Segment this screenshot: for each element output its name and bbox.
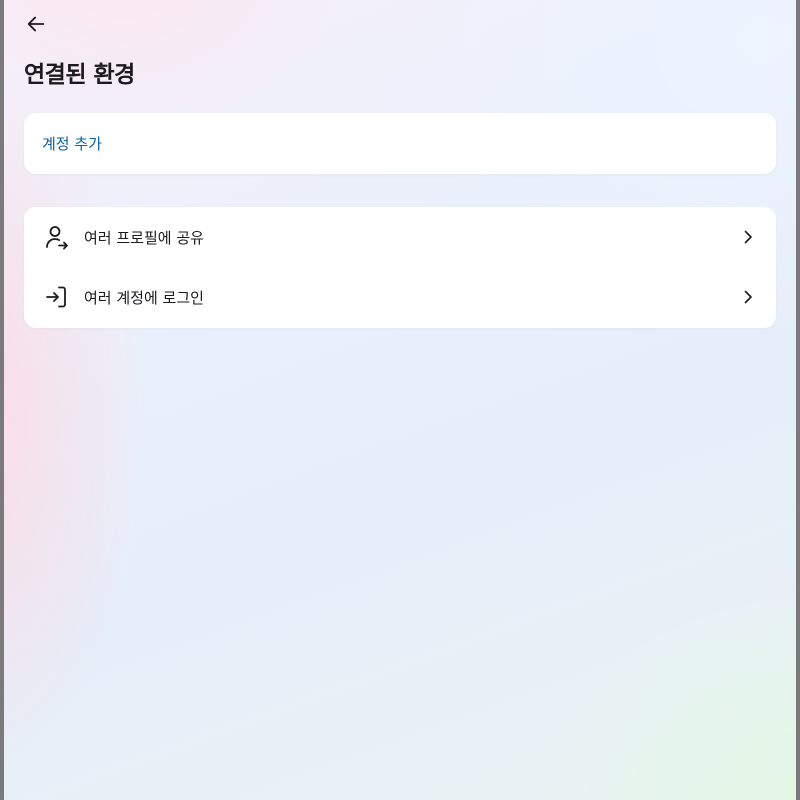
option-login-accounts[interactable]: 여러 계정에 로그인 [24,267,776,327]
option-login-accounts-label: 여러 계정에 로그인 [84,288,204,307]
arrow-left-icon [27,16,45,32]
chevron-right-icon [740,289,756,305]
add-account-button[interactable]: 계정 추가 [42,113,102,174]
page-title: 연결된 환경 [24,62,135,88]
options-card: 여러 프로필에 공유 여러 계정에 로그인 [24,207,776,328]
person-share-icon [44,224,70,250]
option-share-profiles-label: 여러 프로필에 공유 [84,228,204,247]
chevron-right-icon [740,229,756,245]
option-share-profiles[interactable]: 여러 프로필에 공유 [24,207,776,267]
screen: 연결된 환경 계정 추가 여러 프로필에 공유 여러 계정에 로그인 [4,0,796,800]
add-account-card: 계정 추가 [24,113,776,174]
login-icon [44,284,70,310]
back-button[interactable] [22,10,50,38]
